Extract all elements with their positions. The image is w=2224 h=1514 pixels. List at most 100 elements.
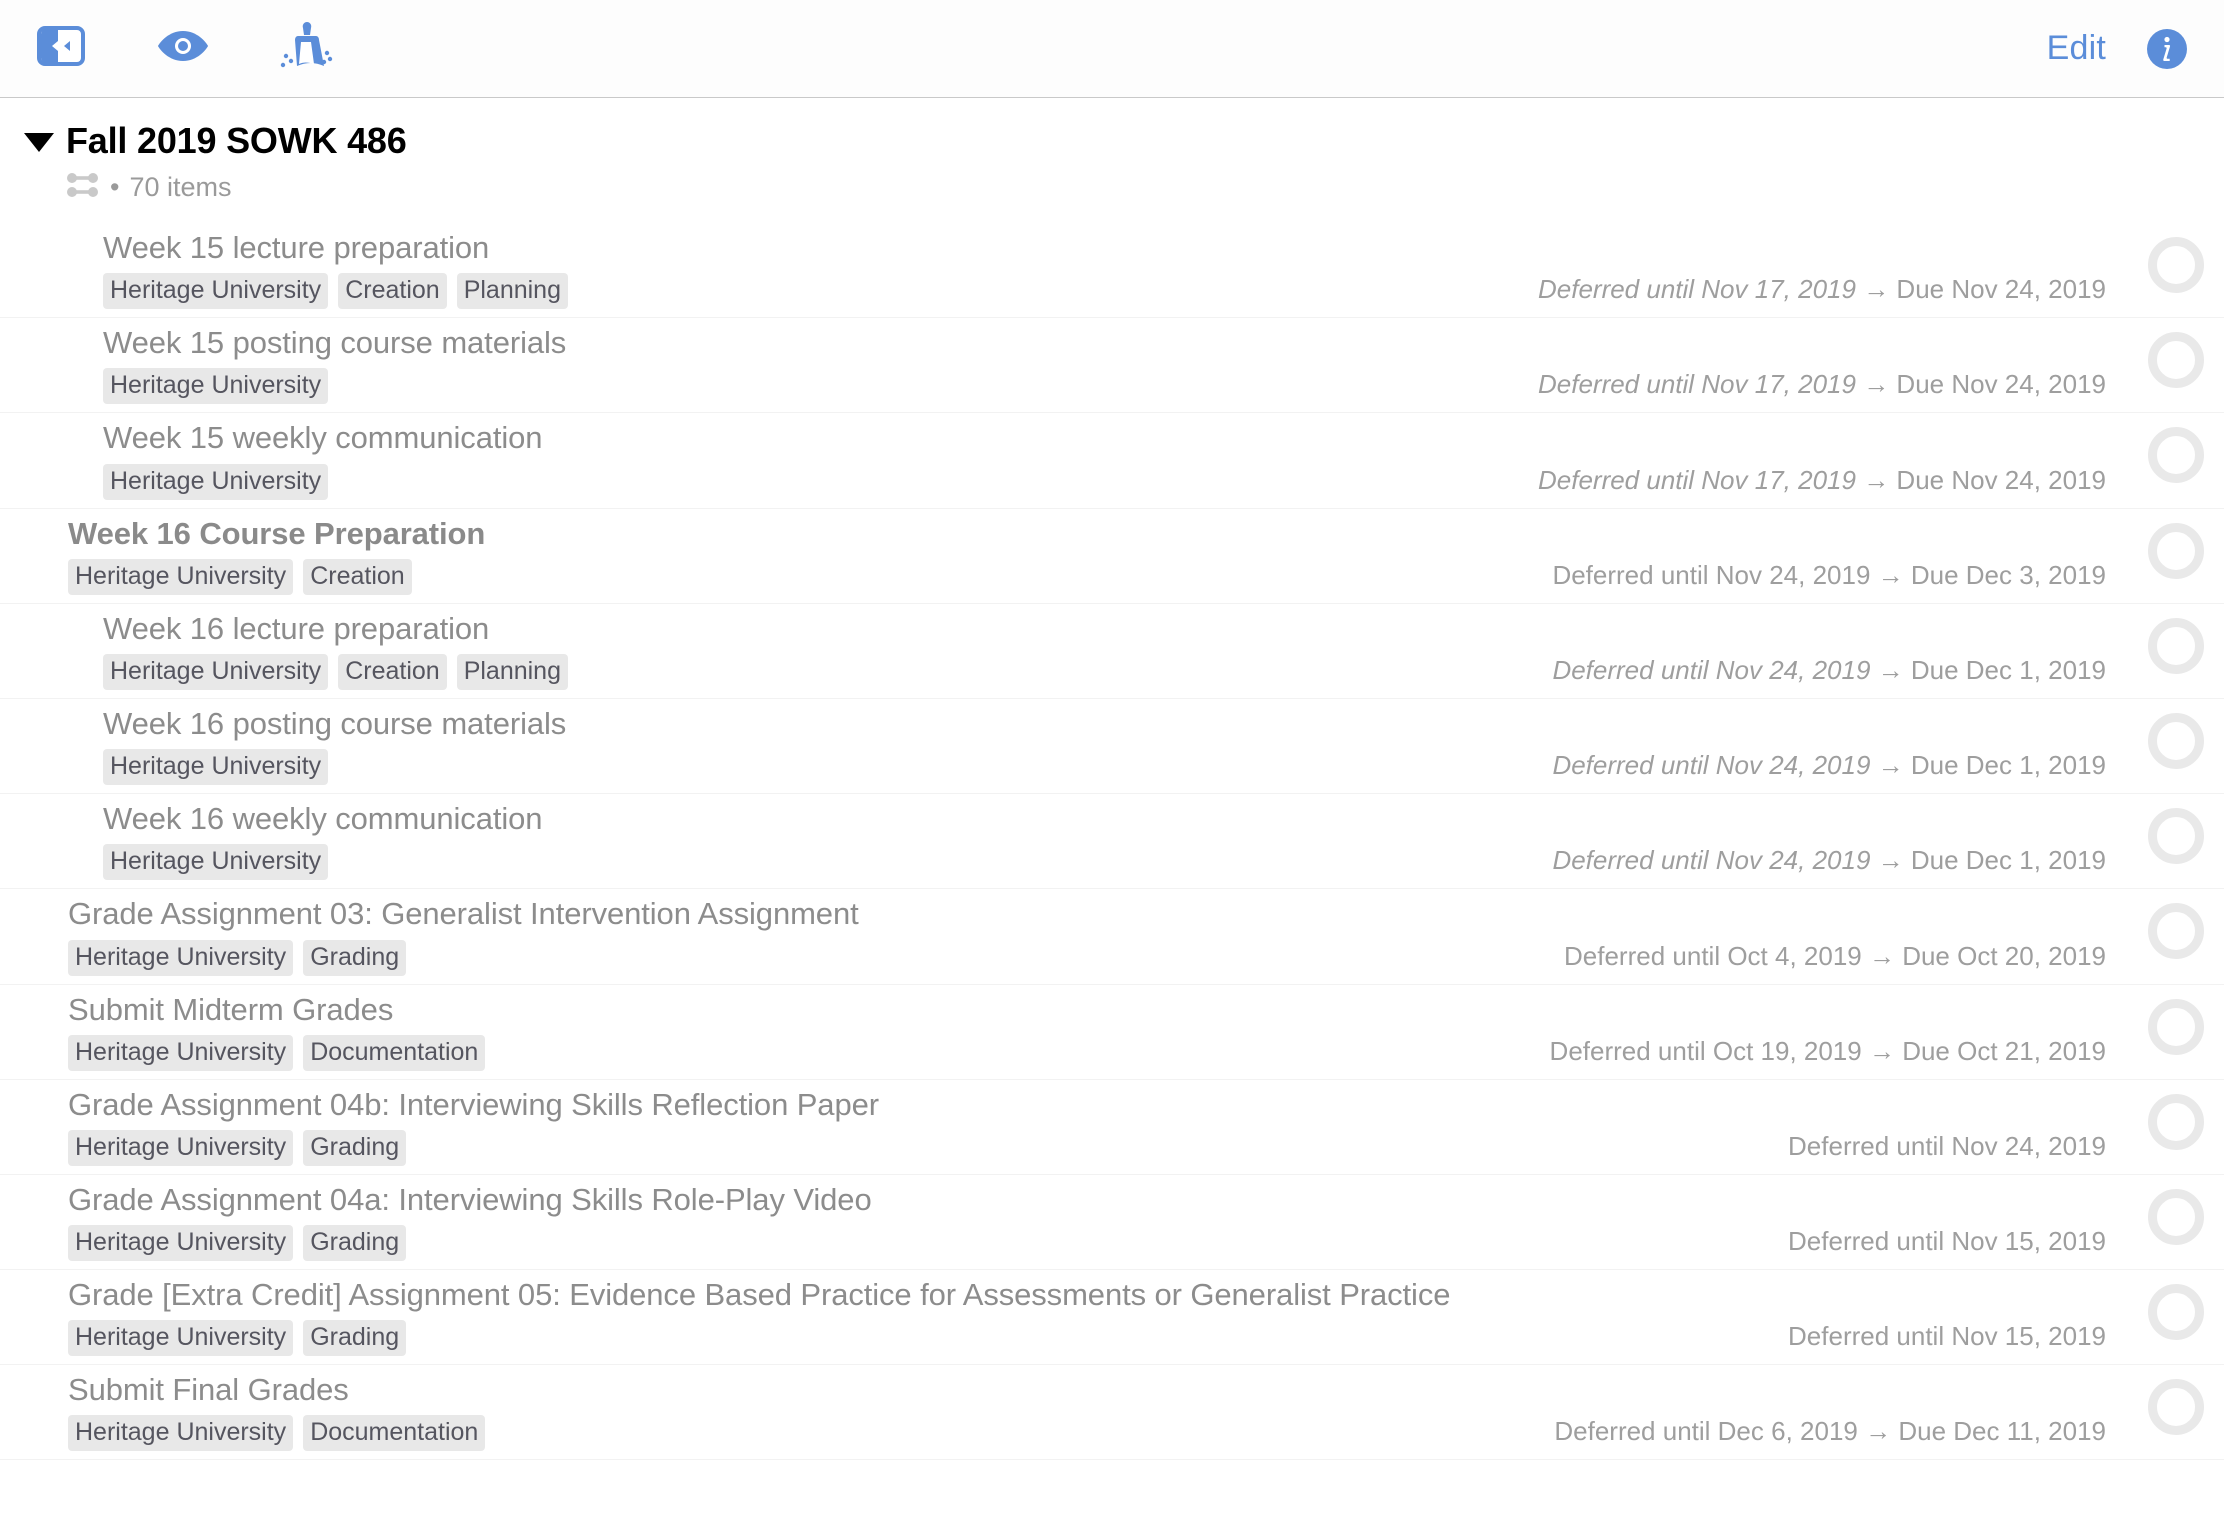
tag-chip[interactable]: Planning — [456, 273, 568, 310]
defer-date: Deferred until Nov 24, 2019 — [1788, 1130, 2106, 1161]
task-dates: Deferred until Oct 19, 2019 → Due Oct 21… — [1550, 1036, 2128, 1079]
task-row[interactable]: Week 15 weekly communication Heritage Uni… — [0, 413, 2224, 509]
task-checkbox[interactable] — [2128, 889, 2224, 960]
checkbox-circle-icon — [2148, 237, 2204, 293]
due-date: → Due Dec 1, 2019 — [1877, 654, 2106, 685]
tag-row: Heritage University — [103, 463, 1538, 500]
tag-chip[interactable]: Creation — [338, 273, 447, 310]
defer-date: Deferred until Nov 17, 2019 — [1537, 369, 1856, 400]
checkbox-circle-icon — [2148, 1284, 2204, 1341]
tag-chip[interactable]: Heritage University — [68, 1415, 294, 1452]
tag-row: Heritage University Creation Planning — [103, 653, 1552, 690]
task-checkbox[interactable] — [2128, 699, 2224, 769]
tag-chip[interactable]: Heritage University — [68, 558, 294, 595]
tag-row: Heritage University — [103, 844, 1552, 881]
task-row[interactable]: Grade Assignment 04b: Interviewing Skill… — [0, 1080, 2224, 1175]
task-title: Week 15 lecture preparation — [103, 230, 490, 265]
tag-row: Heritage University Creation — [68, 558, 1552, 595]
task-checkbox[interactable] — [2128, 604, 2224, 674]
task-checkbox[interactable] — [2128, 1175, 2224, 1245]
tag-chip[interactable]: Creation — [303, 558, 412, 595]
tag-row: Heritage University Documentation — [68, 1415, 1554, 1452]
task-checkbox[interactable] — [2128, 1080, 2224, 1150]
tag-chip[interactable]: Documentation — [303, 1415, 486, 1452]
task-row[interactable]: Week 15 lecture preparation Heritage Univ… — [0, 223, 2224, 319]
task-row[interactable]: Week 16 weekly communication Heritage Uni… — [0, 794, 2224, 890]
tag-chip[interactable]: Heritage University — [68, 1225, 294, 1262]
task-checkbox[interactable] — [2128, 318, 2224, 389]
task-main: Submit Final Grades Heritage University Do… — [0, 1365, 1554, 1459]
checkbox-circle-icon — [2148, 808, 2204, 865]
task-row[interactable]: Grade Assignment 04a: Interviewing Skill… — [0, 1175, 2224, 1271]
tag-row: Heritage University Grading — [68, 1225, 1788, 1262]
tag-row: Heritage University Creation Planning — [103, 273, 1538, 310]
tag-chip[interactable]: Heritage University — [68, 1129, 294, 1166]
tag-chip[interactable]: Grading — [303, 1320, 407, 1357]
task-dates: Deferred until Oct 4, 2019 → Due Oct 20,… — [1564, 941, 2128, 984]
task-dates: Deferred until Nov 17, 2019 → Due Nov 24… — [1538, 369, 2128, 412]
inspector-button[interactable] — [2146, 28, 2188, 70]
edit-button[interactable]: Edit — [2047, 29, 2106, 68]
tag-chip[interactable]: Grading — [303, 1129, 407, 1166]
tag-chip[interactable]: Heritage University — [68, 939, 294, 976]
tag-chip[interactable]: Creation — [338, 653, 447, 690]
tag-chip[interactable]: Heritage University — [103, 749, 329, 786]
parallel-icon — [66, 170, 100, 205]
task-checkbox[interactable] — [2128, 794, 2224, 865]
task-title: Grade Assignment 04b: Interviewing Skill… — [68, 1086, 879, 1122]
task-main: Grade Assignment 03: Generalist Interven… — [0, 889, 1564, 983]
task-checkbox[interactable] — [2128, 1365, 2224, 1436]
project-title-row[interactable]: Fall 2019 SOWK 486 — [24, 120, 2224, 162]
task-checkbox[interactable] — [2128, 223, 2224, 293]
task-row[interactable]: Submit Midterm Grades Heritage University… — [0, 985, 2224, 1080]
task-row[interactable]: Grade Assignment 03: Generalist Interven… — [0, 889, 2224, 985]
task-title: Grade [Extra Credit] Assignment 05: Evid… — [68, 1277, 1451, 1313]
task-main: Week 16 Course Preparation Heritage Unive… — [0, 509, 1552, 603]
tag-chip[interactable]: Heritage University — [68, 1034, 294, 1071]
sidebar-toggle-button[interactable] — [30, 18, 92, 80]
task-title: Week 16 posting course materials — [103, 705, 567, 741]
view-options-button[interactable] — [152, 18, 214, 80]
tag-chip[interactable]: Heritage University — [103, 273, 329, 310]
task-title: Week 16 weekly communication — [103, 801, 543, 837]
task-checkbox[interactable] — [2128, 509, 2224, 579]
task-main: Grade Assignment 04a: Interviewing Skill… — [0, 1175, 1788, 1269]
checkbox-circle-icon — [2148, 617, 2204, 674]
tag-chip[interactable]: Heritage University — [103, 463, 329, 500]
eye-icon — [157, 29, 209, 68]
tag-chip[interactable]: Heritage University — [103, 844, 329, 881]
due-date: → Due Nov 24, 2019 — [1863, 464, 2106, 495]
tag-chip[interactable]: Heritage University — [68, 1320, 294, 1357]
task-main: Week 16 posting course materials Heritage… — [0, 699, 1552, 793]
clean-up-button[interactable] — [274, 18, 336, 80]
toolbar-right-group: Edit — [2047, 28, 2188, 70]
task-row[interactable]: Week 16 Course Preparation Heritage Unive… — [0, 509, 2224, 604]
tag-chip[interactable]: Documentation — [303, 1034, 486, 1071]
tag-chip[interactable]: Planning — [456, 653, 568, 690]
task-title: Week 16 Course Preparation — [68, 515, 486, 551]
task-checkbox[interactable] — [2128, 1270, 2224, 1341]
task-row[interactable]: Grade [Extra Credit] Assignment 05: Evid… — [0, 1270, 2224, 1366]
task-title: Week 16 lecture preparation — [103, 610, 490, 646]
task-dates: Deferred until Nov 24, 2019 → Due Dec 1,… — [1552, 655, 2128, 698]
tag-chip[interactable]: Heritage University — [103, 368, 329, 405]
task-title: Week 15 posting course materials — [103, 325, 567, 361]
task-title: Grade Assignment 03: Generalist Interven… — [68, 896, 859, 932]
tag-row: Heritage University — [103, 749, 1552, 786]
task-checkbox[interactable] — [2128, 413, 2224, 484]
tag-chip[interactable]: Heritage University — [103, 653, 329, 690]
task-title: Submit Final Grades — [68, 1372, 349, 1408]
due-date: → Due Dec 1, 2019 — [1877, 750, 2106, 781]
task-row[interactable]: Week 16 posting course materials Heritage… — [0, 699, 2224, 795]
disclosure-triangle-icon[interactable] — [24, 133, 54, 152]
task-row[interactable]: Week 16 lecture preparation Heritage Univ… — [0, 604, 2224, 699]
defer-date: Deferred until Nov 24, 2019 — [1552, 845, 1871, 876]
task-main: Week 15 weekly communication Heritage Uni… — [0, 413, 1538, 507]
tag-chip[interactable]: Grading — [303, 1225, 407, 1262]
task-row[interactable]: Submit Final Grades Heritage University Do… — [0, 1365, 2224, 1461]
project-item-separator: • — [110, 172, 120, 202]
task-dates: Deferred until Nov 24, 2019 → Due Dec 1,… — [1552, 845, 2128, 888]
task-row[interactable]: Week 15 posting course materials Heritage… — [0, 318, 2224, 414]
tag-chip[interactable]: Grading — [303, 939, 407, 976]
task-checkbox[interactable] — [2128, 985, 2224, 1055]
